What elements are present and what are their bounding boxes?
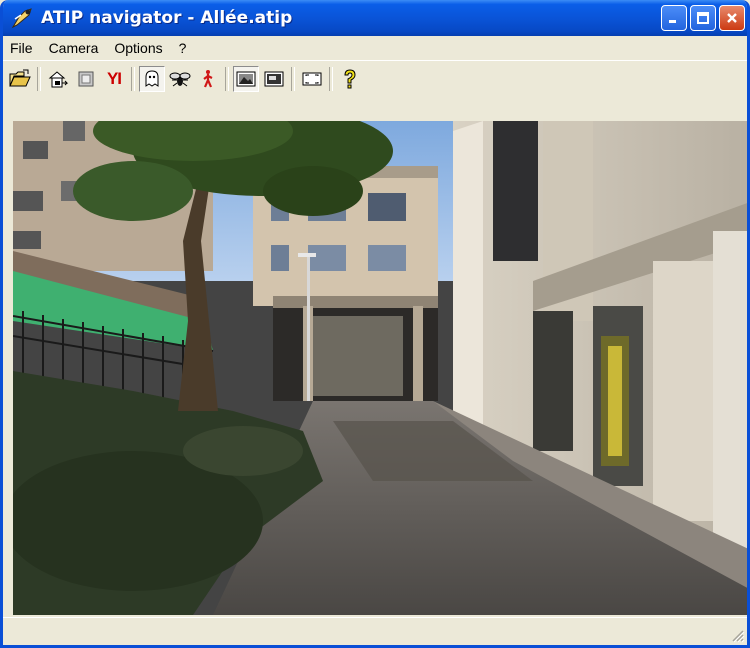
walk-mode-button[interactable] [195, 66, 221, 92]
help-icon [344, 68, 356, 88]
close-icon [727, 13, 737, 23]
menu-help[interactable]: ? [171, 36, 195, 60]
fly-mode-button[interactable] [167, 66, 193, 92]
toolbar-separator [291, 66, 295, 91]
camera-position-icon [48, 70, 69, 87]
yi-icon: YI [106, 68, 122, 88]
status-bar [3, 617, 747, 645]
close-button[interactable] [719, 5, 745, 31]
walker-icon [203, 69, 213, 87]
ghost-icon [145, 69, 159, 87]
fly-icon [169, 72, 191, 86]
frame-icon [78, 71, 94, 86]
panorama-viewport[interactable] [13, 121, 747, 615]
toolbar-separator [131, 66, 135, 91]
app-logo-icon [11, 8, 32, 29]
help-button[interactable] [337, 66, 363, 92]
street-scene-image [13, 121, 747, 615]
toolbar-separator [37, 66, 41, 91]
maximize-icon [697, 12, 709, 24]
yi-button[interactable]: YI [101, 66, 127, 92]
ghost-mode-button[interactable] [139, 65, 165, 92]
resize-grip-icon[interactable] [731, 629, 745, 643]
maximize-button[interactable] [690, 5, 716, 31]
image-view-1-icon [236, 71, 256, 86]
image-view-2-icon [264, 71, 284, 86]
app-window: ATIP navigator - Allée.atip File Camera … [0, 0, 750, 648]
window-title: ATIP navigator - Allée.atip [41, 8, 293, 28]
open-button[interactable] [7, 66, 33, 92]
minimize-button[interactable] [661, 5, 687, 31]
toolbar-separator [225, 66, 229, 91]
toolbar-separator [329, 66, 333, 91]
menu-bar: File Camera Options ? [3, 36, 747, 60]
minimize-icon [669, 20, 676, 23]
camera-position-button[interactable] [45, 66, 71, 92]
window-controls [661, 5, 745, 31]
menu-file[interactable]: File [3, 36, 41, 60]
image-view-2-button[interactable] [261, 66, 287, 92]
fullscreen-button[interactable] [299, 66, 325, 92]
menu-options[interactable]: Options [106, 36, 170, 60]
open-folder-icon [9, 69, 31, 86]
title-bar[interactable]: ATIP navigator - Allée.atip [3, 0, 747, 36]
toolbar: YI [3, 60, 747, 96]
menu-camera[interactable]: Camera [41, 36, 107, 60]
frame-button[interactable] [73, 66, 99, 92]
image-view-1-button[interactable] [233, 65, 259, 92]
fullscreen-icon [302, 72, 322, 85]
